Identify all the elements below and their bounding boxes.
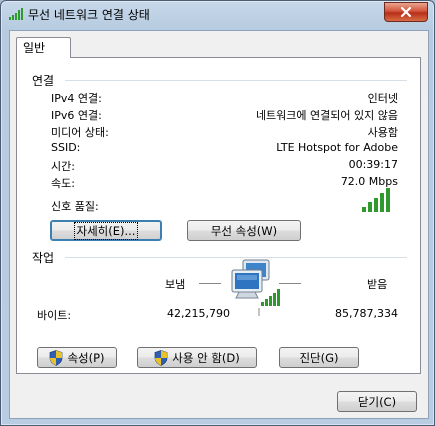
network-computers-icon — [231, 259, 280, 316]
activity-section-header: 작업 — [32, 251, 55, 265]
sent-label: 보냄 — [165, 278, 186, 291]
tab-general[interactable]: 일반 — [16, 37, 71, 58]
status-window: 무선 네트워크 연결 상태 일반 연결 IPv4 연결: 인터넷 IPv6 연결… — [0, 0, 435, 426]
close-icon — [401, 7, 411, 17]
ipv6-value: 네트워크에 연결되어 있지 않음 — [255, 109, 398, 122]
properties-button-label: 속성(P) — [67, 350, 105, 365]
duration-value: 00:39:17 — [348, 158, 398, 171]
dialog-client: 일반 연결 IPv4 연결: 인터넷 IPv6 연결: 네트워크에 연결되어 있… — [9, 30, 429, 419]
uac-shield-icon — [154, 349, 168, 366]
diagnose-button-label: 진단(G) — [299, 350, 339, 365]
close-window-button[interactable] — [384, 2, 428, 22]
wireless-signal-icon — [9, 8, 23, 20]
ssid-label: SSID: — [51, 141, 81, 154]
wireless-properties-label: 무선 속성(W) — [210, 223, 278, 238]
duration-label: 시간: — [51, 160, 75, 173]
speed-label: 속도: — [51, 177, 75, 190]
uac-shield-icon — [50, 349, 63, 366]
ipv4-value: 인터넷 — [367, 92, 398, 105]
disable-button-label: 사용 안 함(D) — [172, 350, 240, 365]
details-button-label: 자세히(E)... — [73, 221, 139, 240]
bytes-label: 바이트: — [37, 309, 72, 322]
title-bar[interactable]: 무선 네트워크 연결 상태 — [1, 1, 434, 27]
ssid-value: LTE Hotspot for Adobe — [276, 141, 398, 154]
media-state-label: 미디어 상태: — [51, 126, 109, 139]
diagnose-button[interactable]: 진단(G) — [279, 347, 359, 368]
ipv4-label: IPv4 연결: — [51, 92, 102, 105]
close-button[interactable]: 닫기(C) — [337, 391, 417, 412]
disable-button[interactable]: 사용 안 함(D) — [137, 347, 257, 368]
connection-section-header: 연결 — [32, 74, 55, 88]
signal-strength-icon — [362, 188, 390, 212]
general-panel: 연결 IPv4 연결: 인터넷 IPv6 연결: 네트워크에 연결되어 있지 않… — [16, 57, 421, 374]
wireless-properties-button[interactable]: 무선 속성(W) — [187, 220, 301, 241]
bytes-received-value: 85,787,334 — [335, 307, 398, 320]
sent-line — [199, 283, 221, 284]
received-label: 받음 — [367, 278, 388, 291]
divider — [65, 80, 407, 81]
properties-button[interactable]: 속성(P) — [37, 347, 117, 368]
signal-quality-label: 신호 품질: — [51, 200, 99, 213]
ipv6-label: IPv6 연결: — [51, 109, 102, 122]
media-state-value: 사용함 — [367, 126, 398, 139]
bytes-sent-value: 42,215,790 — [167, 307, 230, 320]
close-button-label: 닫기(C) — [357, 394, 397, 409]
details-button[interactable]: 자세히(E)... — [50, 220, 162, 241]
window-title: 무선 네트워크 연결 상태 — [28, 8, 150, 22]
